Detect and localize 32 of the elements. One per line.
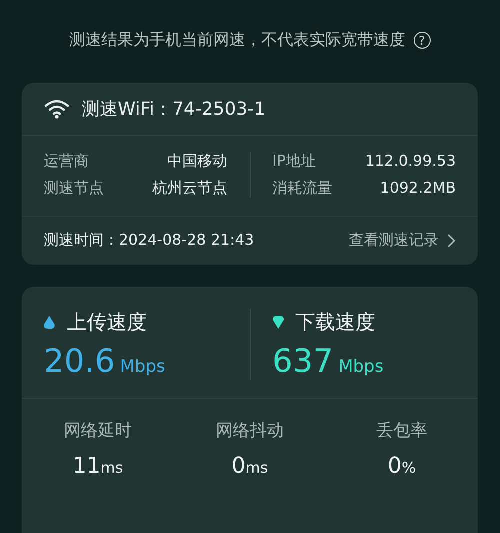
info-label: 运营商 [44, 152, 89, 171]
info-value: 中国移动 [168, 152, 228, 171]
metric-unit: % [402, 459, 416, 477]
history-link[interactable]: 查看测速记录 [349, 231, 456, 250]
metric-value: 0 [232, 454, 246, 479]
speed-unit: Mbps [338, 357, 384, 377]
speed-value: 20.6 [44, 342, 116, 380]
info-label: 测速节点 [44, 179, 104, 198]
info-label: IP地址 [272, 152, 316, 171]
metric-value: 11 [72, 454, 101, 479]
speed-value: 637 [272, 342, 334, 380]
upload-icon [44, 316, 55, 329]
wifi-title: 测速WiFi：74-2503-1 [82, 98, 266, 121]
info-value: 112.0.99.53 [365, 152, 456, 171]
metric-value: 0 [388, 454, 402, 479]
test-time: 测速时间：2024-08-28 21:43 [44, 231, 254, 250]
metric-label: 网络抖动 [216, 420, 284, 442]
info-value: 1092.2MB [380, 179, 456, 198]
speed-label: 上传速度 [67, 309, 147, 336]
help-icon[interactable]: ? [414, 32, 430, 49]
chevron-icon [447, 234, 456, 248]
speed-label: 下载速度 [296, 309, 376, 336]
metric-label: 丢包率 [376, 420, 428, 442]
speed-unit: Mbps [120, 357, 166, 377]
notice-text: 测速结果为手机当前网速，不代表实际宽带速度 [70, 30, 406, 51]
download-icon [272, 316, 284, 329]
metric-unit: ms [246, 459, 268, 477]
wifi-icon [44, 99, 70, 119]
metric-label: 网络延时 [64, 420, 132, 442]
metric-unit: ms [100, 459, 124, 477]
info-label: 消耗流量 [272, 179, 332, 198]
info-value: 杭州云节点 [152, 179, 228, 198]
